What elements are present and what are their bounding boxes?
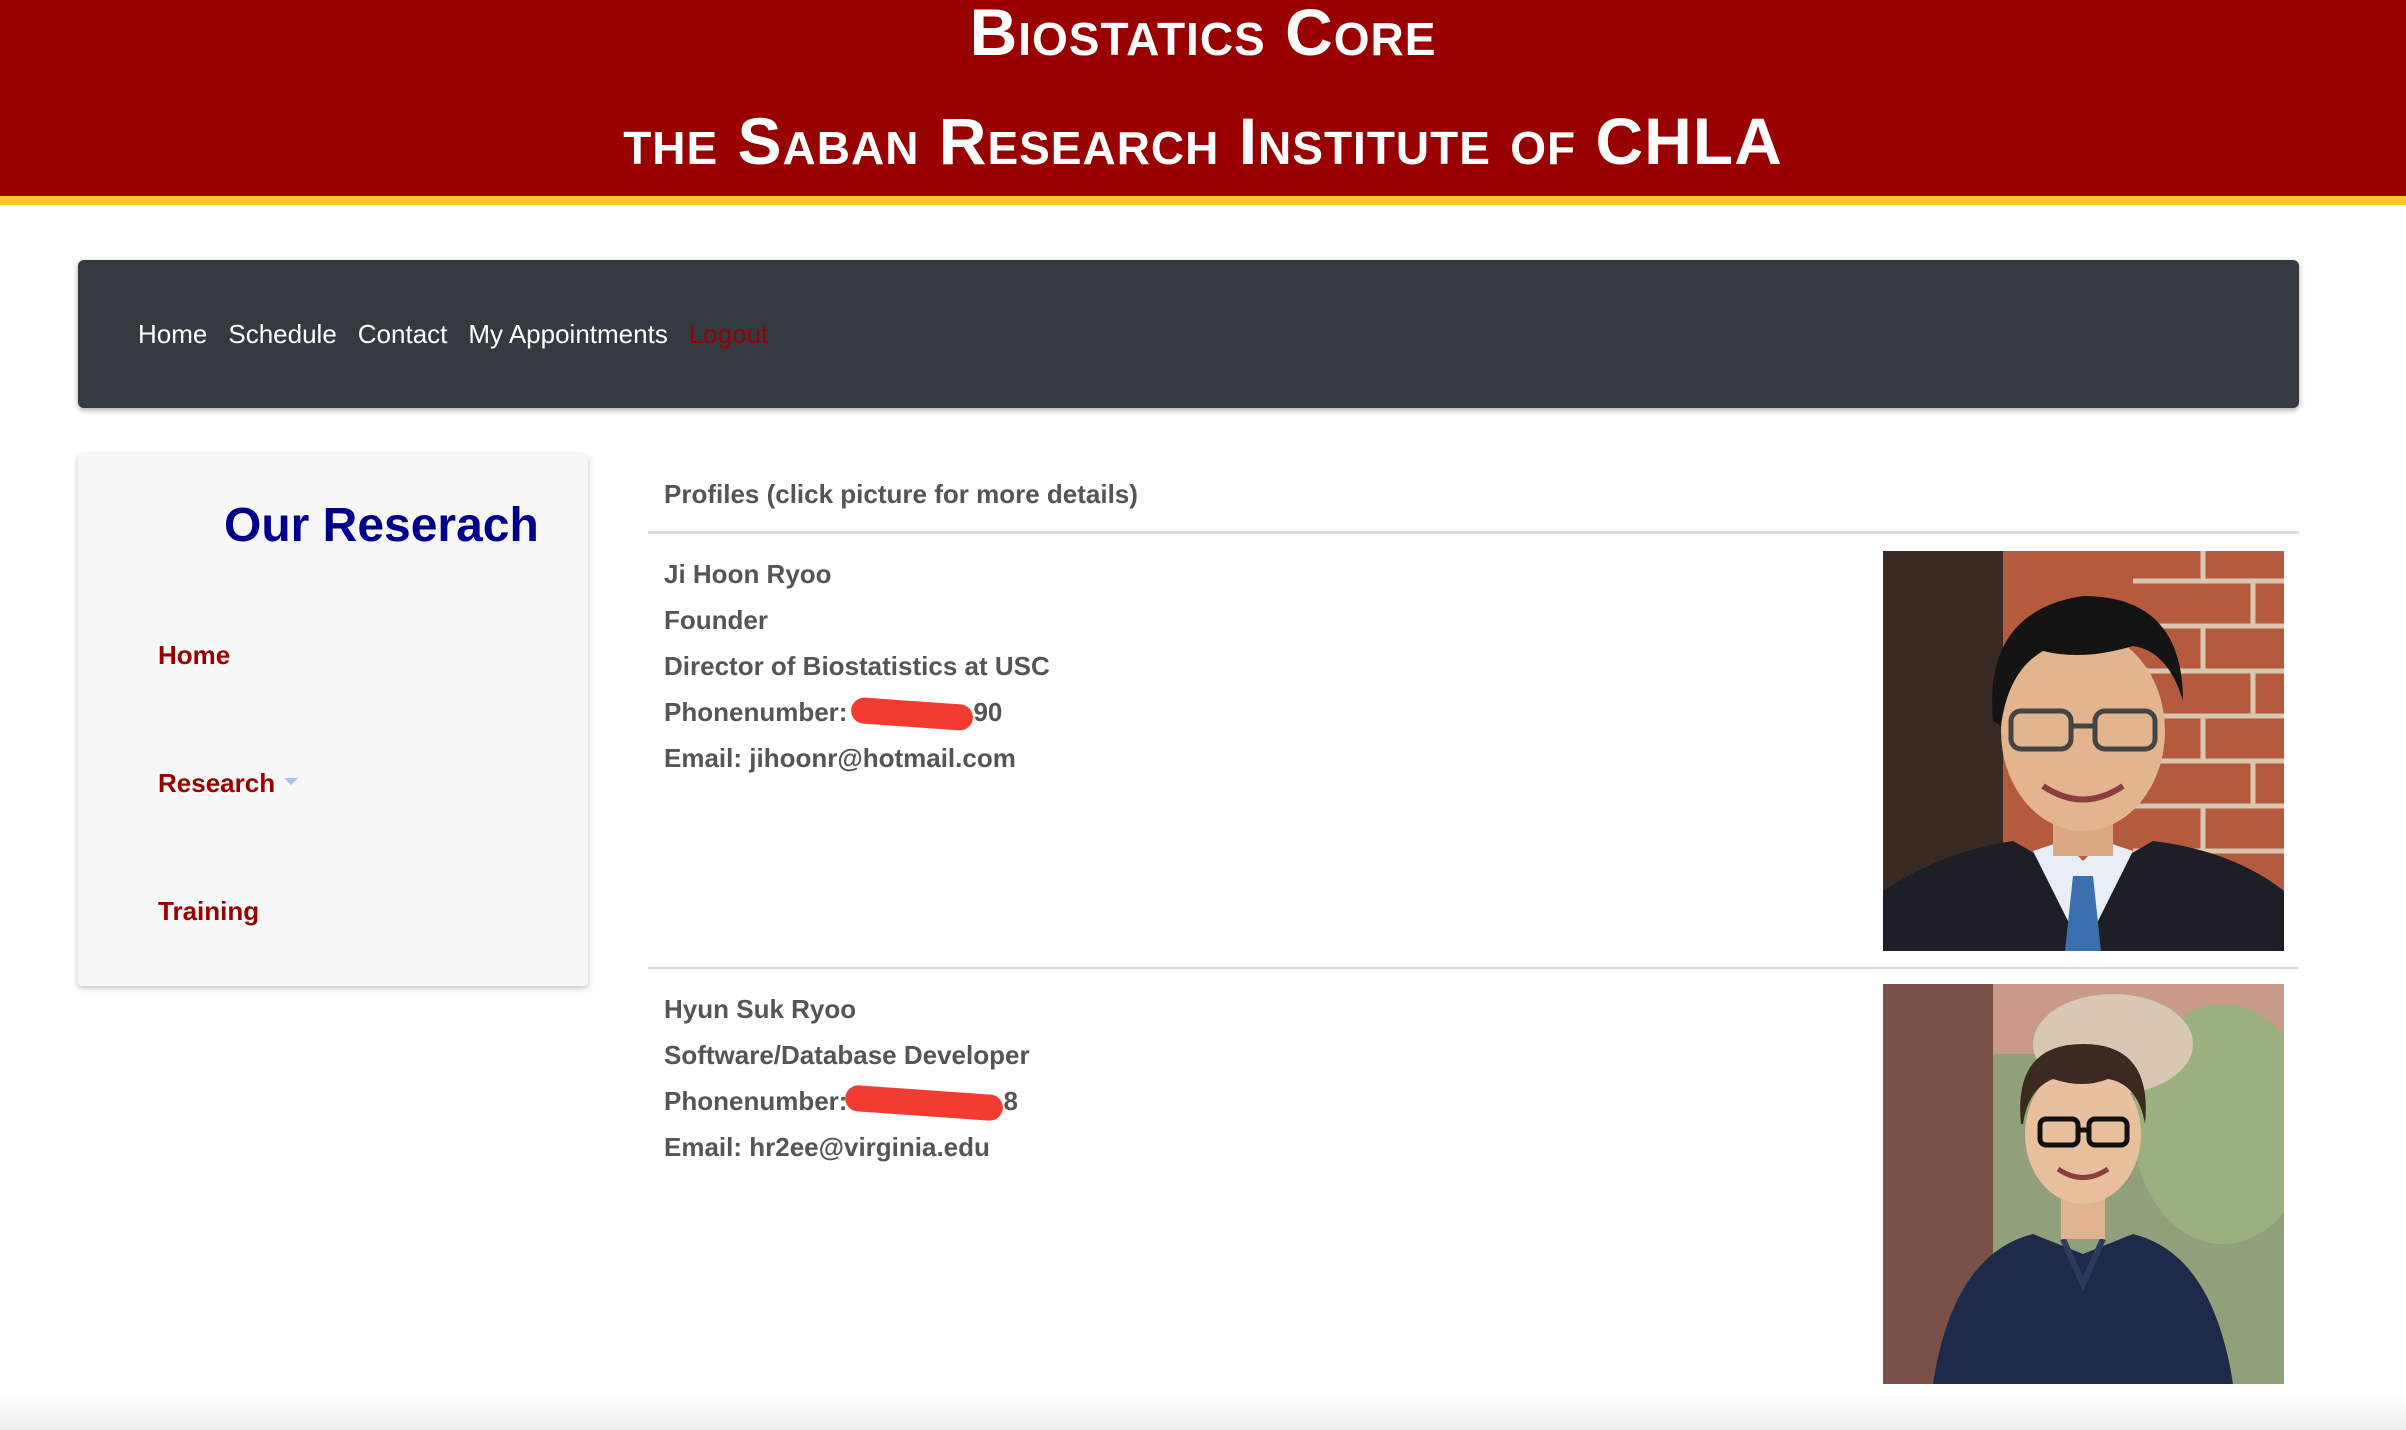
- sidebar-item-training[interactable]: Training: [158, 896, 259, 927]
- profile-photo-hyun-suk-ryoo[interactable]: [1883, 984, 2284, 1384]
- caret-down-icon: [284, 777, 299, 785]
- portrait-image: [1883, 984, 2284, 1384]
- profile-name: Ji Hoon Ryoo: [664, 559, 832, 589]
- redaction-scribble: [844, 1084, 1005, 1122]
- profile-info: Ji Hoon Ryoo Founder Director of Biostat…: [664, 551, 1050, 781]
- top-navbar: Home Schedule Contact My Appointments Lo…: [78, 260, 2299, 408]
- sidebar-item-research[interactable]: Research: [158, 768, 299, 799]
- page-bottom-edge: [0, 1392, 2406, 1430]
- banner-subtitle: the Saban Research Institute of CHLA: [623, 104, 1783, 178]
- profile-phone: Phonenumber: 8: [664, 1078, 1030, 1124]
- nav-logout-link[interactable]: Logout: [689, 319, 769, 350]
- profile-card: Ji Hoon Ryoo Founder Director of Biostat…: [648, 534, 2299, 969]
- sidebar-item-label: Research: [158, 768, 276, 798]
- sidebar-item-label: Home: [158, 640, 231, 670]
- phone-label: Phonenumber:: [664, 1086, 848, 1116]
- profile-role: Founder: [664, 605, 768, 635]
- phone-label: Phonenumber:: [664, 697, 848, 727]
- sidebar-title: Our Reserach: [224, 499, 539, 552]
- nav-my-appointments-link[interactable]: My Appointments: [468, 319, 667, 350]
- nav-home-link[interactable]: Home: [138, 319, 207, 350]
- profile-position: Director of Biostatistics at USC: [664, 651, 1050, 681]
- profile-phone: Phonenumber: 90: [664, 689, 1050, 735]
- sidebar-panel: Our Reserach Home Research Training: [78, 454, 588, 986]
- phone-visible-suffix: 8: [1003, 1086, 1018, 1116]
- portrait-image: [1883, 551, 2284, 951]
- sidebar-item-home[interactable]: Home: [158, 640, 230, 671]
- nav-schedule-link[interactable]: Schedule: [228, 319, 336, 350]
- profile-photo-ji-hoon-ryoo[interactable]: [1883, 551, 2284, 951]
- profile-card: Hyun Suk Ryoo Software/Database Develope…: [648, 969, 2299, 1399]
- profiles-section: Profiles (click picture for more details…: [648, 460, 2299, 1399]
- profile-role: Software/Database Developer: [664, 1040, 1030, 1070]
- profile-email: Email: jihoonr@hotmail.com: [664, 743, 1016, 773]
- banner-title: Biostatics Core: [969, 0, 1437, 69]
- nav-contact-link[interactable]: Contact: [358, 319, 448, 350]
- phone-visible-suffix: 90: [973, 697, 1003, 727]
- profile-info: Hyun Suk Ryoo Software/Database Develope…: [664, 986, 1030, 1170]
- redaction-scribble: [850, 696, 975, 732]
- sidebar-item-label: Training: [158, 896, 260, 926]
- profile-name: Hyun Suk Ryoo: [664, 994, 857, 1024]
- profile-email: Email: hr2ee@virginia.edu: [664, 1132, 990, 1162]
- profiles-heading: Profiles (click picture for more details…: [648, 460, 2299, 534]
- site-banner: Biostatics Core the Saban Research Insti…: [0, 0, 2406, 205]
